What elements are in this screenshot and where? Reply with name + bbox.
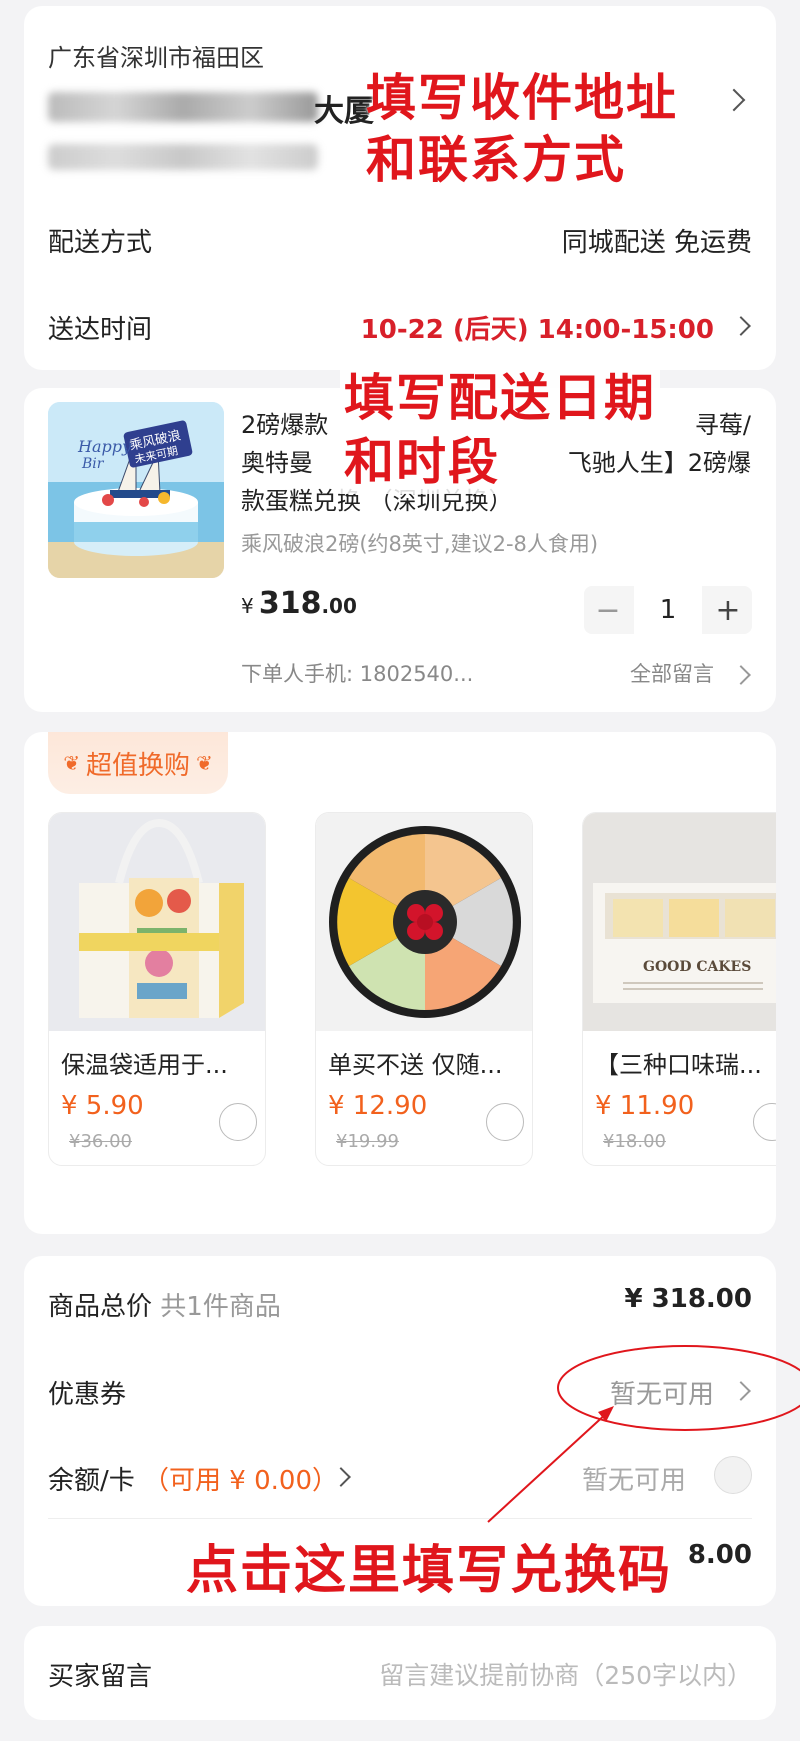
total-value: ¥ 318.00	[624, 1284, 752, 1314]
exchange-item-select-radio[interactable]	[753, 1103, 776, 1141]
exchange-item[interactable]: 保温袋适用于... ¥ 5.90 ¥36.00	[48, 812, 266, 1166]
exchange-badge: ❦ 超值换购 ❦	[48, 732, 228, 794]
coupon-chevron-icon[interactable]	[731, 1381, 751, 1401]
cake-box-image: GOOD CAKES	[583, 813, 776, 1031]
product-title-line2-end: 飞驰人生】2磅爆	[567, 449, 751, 477]
exchange-badge-label: 超值换购	[85, 750, 190, 781]
fruit-platter-image	[316, 813, 532, 1031]
annotation-fill-date: 填写配送日期	[340, 358, 660, 430]
total-row: 商品总价 共1件商品	[48, 1286, 281, 1323]
price-int: 318	[258, 586, 322, 621]
cake-image: 乘风破浪 未来可期 Happy Bir	[48, 402, 224, 578]
annotation-fill-slot: 和时段	[340, 422, 504, 494]
leaf-right-icon: ❦	[196, 751, 213, 775]
product-title-line2: 奥特曼	[241, 449, 313, 477]
exchange-card: ❦ 超值换购 ❦ 保温袋适用于... ¥ 5.90 ¥36.00 单买不送 仅随…	[24, 732, 776, 1234]
summary-divider	[48, 1518, 752, 1519]
quantity-minus-button[interactable]: −	[584, 586, 632, 634]
product-title-line1-end: 寻莓/	[694, 411, 751, 439]
exchange-item-price: ¥ 11.90	[595, 1091, 695, 1121]
remark-label: 买家留言	[48, 1662, 153, 1692]
delivery-time-label: 送达时间	[48, 315, 153, 345]
coupon-label: 优惠券	[48, 1380, 127, 1410]
exchange-item-original-price: ¥19.99	[336, 1131, 399, 1152]
product-spec: 乘风破浪2磅(约8英寸,建议2-8人食用)	[241, 532, 599, 556]
insulated-bag-image	[49, 813, 265, 1031]
balance-toggle-radio[interactable]	[714, 1456, 752, 1494]
remark-card: 买家留言 留言建议提前协商（250字以内）	[24, 1626, 776, 1720]
buyer-phone: 下单人手机: 1802540...	[241, 662, 474, 686]
product-title-line1: 2磅爆款	[241, 411, 329, 439]
remark-input[interactable]: 留言建议提前协商（250字以内）	[379, 1656, 752, 1692]
cake-box-brand: GOOD CAKES	[643, 959, 751, 975]
coupon-value[interactable]: 暂无可用	[610, 1374, 714, 1411]
price-symbol: ¥	[241, 594, 254, 618]
exchange-item-original-price: ¥36.00	[69, 1131, 132, 1152]
quantity-value[interactable]: 1	[634, 586, 702, 634]
balance-label: 余额/卡	[48, 1466, 135, 1496]
delivery-time-chevron-icon[interactable]	[731, 316, 751, 336]
exchange-item-select-radio[interactable]	[486, 1103, 524, 1141]
total-count: 共1件商品	[160, 1292, 281, 1322]
quantity-stepper: − 1 +	[584, 586, 752, 634]
delivery-time-value[interactable]: 10-22 (后天) 14:00-15:00	[361, 309, 714, 346]
annotation-fill-contact: 和联系方式	[366, 130, 626, 189]
svg-text:Bir: Bir	[81, 456, 105, 472]
delivery-method-value: 同城配送 免运费	[561, 228, 752, 258]
exchange-item[interactable]: GOOD CAKES 【三种口味瑞... ¥ 11.90 ¥18.00	[582, 812, 776, 1166]
exchange-item[interactable]: 单买不送 仅随... ¥ 12.90 ¥19.99	[315, 812, 533, 1166]
balance-available: （可用 ¥ 0.00）	[143, 1466, 338, 1496]
exchange-item-name: 保温袋适用于...	[61, 1051, 228, 1079]
price-dec: .00	[321, 594, 357, 618]
balance-value: 暂无可用	[581, 1466, 686, 1496]
exchange-item-price: ¥ 5.90	[61, 1091, 144, 1121]
annotation-fill-code: 点击这里填写兑换码	[182, 1528, 677, 1603]
leaf-left-icon: ❦	[63, 751, 80, 775]
product-price: ¥ 318.00	[241, 586, 357, 621]
exchange-item-original-price: ¥18.00	[603, 1131, 666, 1152]
total-label: 商品总价	[48, 1292, 153, 1322]
balance-row: 余额/卡 （可用 ¥ 0.00）	[48, 1460, 338, 1497]
delivery-method-label: 配送方式	[48, 228, 153, 258]
quantity-plus-button[interactable]: +	[704, 586, 752, 634]
svg-text:Happy: Happy	[77, 437, 132, 456]
all-notes-chevron-icon[interactable]	[731, 665, 751, 685]
all-notes-link[interactable]: 全部留言	[630, 658, 714, 688]
exchange-item-select-radio[interactable]	[219, 1103, 257, 1141]
payable-value: 8.00	[687, 1540, 752, 1570]
exchange-item-name: 单买不送 仅随...	[328, 1051, 503, 1079]
exchange-item-name: 【三种口味瑞...	[595, 1051, 762, 1079]
exchange-item-price: ¥ 12.90	[328, 1091, 428, 1121]
